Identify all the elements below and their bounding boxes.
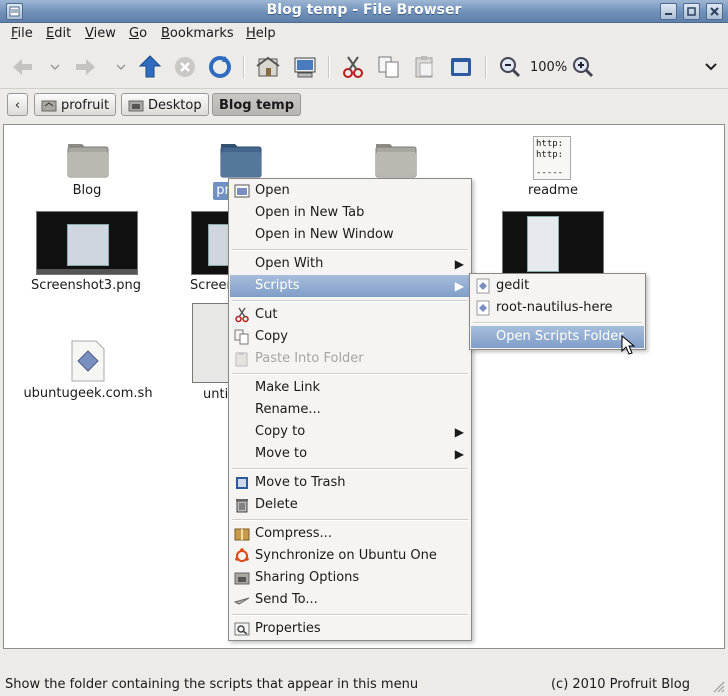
window-title: Blog temp - File Browser [266, 2, 462, 18]
send-icon [234, 597, 250, 605]
submenu-arrow-icon: ▶ [454, 425, 464, 439]
image-thumbnail [36, 211, 138, 275]
folder-icon [67, 144, 109, 178]
menu-item-paste-into-folder[interactable]: Paste Into Folder [230, 348, 470, 370]
menu-help[interactable]: Help [246, 26, 276, 41]
menu-file[interactable]: File [11, 26, 33, 41]
stop-icon[interactable] [172, 54, 198, 80]
menu-item-compress[interactable]: Compress... [230, 523, 470, 545]
copy-icon [234, 329, 249, 345]
paste-icon [235, 352, 248, 367]
up-icon[interactable] [137, 54, 163, 80]
submenu-item-gedit[interactable]: gedit [471, 275, 644, 297]
menu-view[interactable]: View [85, 26, 116, 41]
menu-bar: File Edit View Go Bookmarks Help [0, 23, 728, 45]
file-item-readme[interactable]: http: http: ----- readme [508, 133, 598, 199]
path-bar: ‹ profruit Desktop Blog temp [0, 89, 728, 122]
home-icon[interactable] [255, 54, 281, 80]
menu-item-send-to[interactable]: Send To... [230, 589, 470, 611]
zoom-out-icon[interactable] [497, 54, 521, 80]
computer-icon[interactable] [292, 54, 318, 80]
sharing-icon [234, 572, 250, 585]
home-folder-icon [41, 100, 57, 112]
menu-item-cut[interactable]: Cut [230, 304, 470, 326]
folder-icon [375, 144, 417, 178]
submenu-arrow-icon: ▶ [454, 257, 464, 271]
delete-icon [236, 499, 248, 513]
document-thumbnail [192, 303, 232, 383]
script-icon [476, 300, 490, 316]
mouse-pointer-icon [621, 335, 636, 355]
script-file-icon [71, 340, 105, 382]
trash-icon [236, 477, 248, 489]
back-icon[interactable] [10, 54, 36, 80]
toolbar: 100% [0, 46, 728, 89]
menu-item-sharing-options[interactable]: Sharing Options [230, 567, 470, 589]
menu-item-scripts[interactable]: Scripts ▶ [230, 275, 470, 297]
submenu-item-root-nautilus-here[interactable]: root-nautilus-here [471, 297, 644, 319]
resize-grip-icon[interactable] [711, 679, 725, 693]
ubuntu-one-icon [235, 548, 249, 562]
path-back-button[interactable]: ‹ [7, 93, 28, 116]
paste-icon[interactable] [412, 54, 438, 80]
folder-icon [220, 144, 262, 178]
image-thumbnail [502, 211, 604, 275]
submenu-arrow-icon: ▶ [454, 447, 464, 461]
file-item-ubuntugeek-sh[interactable]: ubuntugeek.com.sh [18, 335, 158, 405]
submenu-arrow-icon: ▶ [454, 279, 464, 293]
maximize-button[interactable] [683, 3, 700, 20]
menu-item-copy[interactable]: Copy [230, 326, 470, 348]
status-message: Show the folder containing the scripts t… [5, 677, 419, 692]
menu-item-delete[interactable]: Delete [230, 494, 470, 516]
archive-icon [234, 528, 250, 541]
menu-item-open-with[interactable]: Open With ▶ [230, 253, 470, 275]
menu-bookmarks[interactable]: Bookmarks [161, 26, 234, 41]
title-bar[interactable]: Blog temp - File Browser [0, 0, 728, 23]
menu-item-open-new-window[interactable]: Open in New Window [230, 224, 470, 246]
image-thumbnail [191, 211, 234, 275]
back-history-chevron-icon[interactable] [42, 54, 60, 80]
close-button[interactable] [706, 3, 723, 20]
file-item-screenshot-2[interactable] [500, 211, 604, 275]
status-bar: Show the folder containing the scripts t… [0, 674, 728, 696]
file-item-blog[interactable]: Blog [42, 135, 132, 199]
desktop-folder-icon [128, 100, 144, 112]
context-menu: Open Open in New Tab Open in New Window … [228, 178, 472, 641]
menu-item-open[interactable]: Open [230, 180, 470, 202]
menu-item-move-to[interactable]: Move to ▶ [230, 443, 470, 465]
scripts-submenu: gedit root-nautilus-here Open Scripts Fo… [469, 273, 646, 350]
menu-item-rename[interactable]: Rename... [230, 399, 470, 421]
file-item-screenshot3[interactable]: Screenshot3.png [26, 211, 146, 297]
forward-icon[interactable] [72, 54, 98, 80]
minimize-button[interactable] [660, 3, 677, 20]
menu-item-sync-ubuntu-one[interactable]: Synchronize on Ubuntu One [230, 545, 470, 567]
cut-icon [235, 307, 249, 323]
toolbar-overflow-chevron-icon[interactable] [698, 54, 717, 80]
menu-item-open-new-tab[interactable]: Open in New Tab [230, 202, 470, 224]
cut-icon[interactable] [340, 54, 366, 80]
properties-icon [234, 622, 250, 636]
crumb-profruit[interactable]: profruit [34, 93, 117, 116]
copyright-text: (c) 2010 Profruit Blog [550, 677, 690, 692]
menu-item-move-to-trash[interactable]: Move to Trash [230, 472, 470, 494]
menu-item-copy-to[interactable]: Copy to ▶ [230, 421, 470, 443]
menu-edit[interactable]: Edit [46, 26, 71, 41]
crumb-blog-temp[interactable]: Blog temp [212, 93, 302, 116]
reload-icon[interactable] [207, 54, 233, 80]
properties-icon[interactable] [448, 54, 474, 80]
menu-go[interactable]: Go [129, 26, 147, 41]
copy-icon[interactable] [376, 54, 402, 80]
script-icon [476, 278, 490, 294]
zoom-level[interactable]: 100% [530, 60, 567, 75]
crumb-desktop[interactable]: Desktop [121, 93, 209, 116]
menu-item-properties[interactable]: Properties [230, 618, 470, 640]
menu-item-make-link[interactable]: Make Link [230, 377, 470, 399]
zoom-in-icon[interactable] [570, 54, 594, 80]
text-file-icon: http: http: ----- [533, 136, 571, 180]
submenu-item-open-scripts-folder[interactable]: Open Scripts Folder [471, 326, 644, 348]
open-icon [234, 184, 250, 198]
forward-history-chevron-icon[interactable] [108, 54, 126, 80]
